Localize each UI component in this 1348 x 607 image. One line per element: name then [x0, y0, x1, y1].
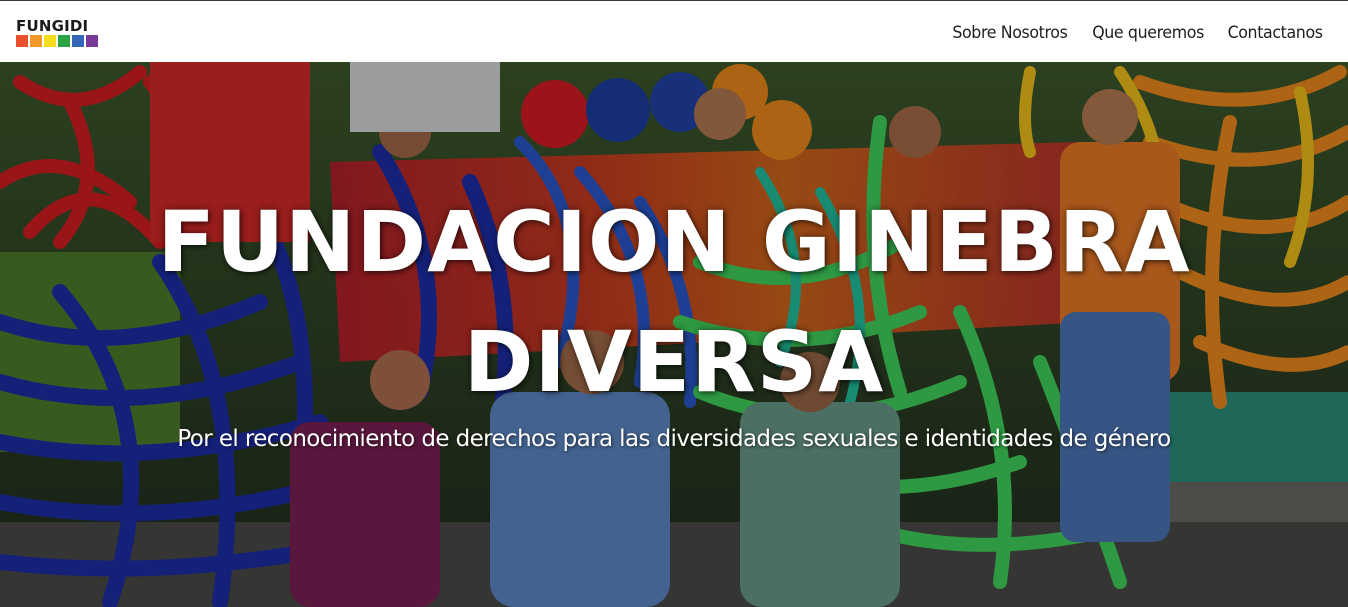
stripe-purple: [86, 35, 98, 47]
rainbow-stripes-icon: [16, 35, 98, 47]
nav-link-contactanos[interactable]: Contactanos: [1227, 20, 1322, 46]
nav-menu: Sobre Nosotros Que queremos Contactanos: [948, 20, 1326, 46]
nav-link-sobre-nosotros[interactable]: Sobre Nosotros: [952, 20, 1067, 46]
hero-title-line-1: FUNDACION GINEBRA: [157, 193, 1191, 291]
stripe-red: [16, 35, 28, 47]
stripe-green: [58, 35, 70, 47]
hero-title: FUNDACION GINEBRA DIVERSA: [0, 182, 1348, 422]
brand-logo[interactable]: FUNGIDI: [16, 18, 102, 50]
nav-link-que-queremos[interactable]: Que queremos: [1092, 20, 1204, 46]
stripe-blue: [72, 35, 84, 47]
navbar: FUNGIDI Sobre Nosotros Que queremos Cont…: [0, 0, 1348, 62]
stripe-orange: [30, 35, 42, 47]
stripe-yellow: [44, 35, 56, 47]
brand-name: FUNGIDI: [16, 17, 89, 35]
hero-subtitle: Por el reconocimiento de derechos para l…: [177, 426, 1171, 452]
hero-banner: FUNDACION GINEBRA DIVERSA Por el reconoc…: [0, 62, 1348, 607]
hero-title-line-2: DIVERSA: [463, 313, 885, 411]
